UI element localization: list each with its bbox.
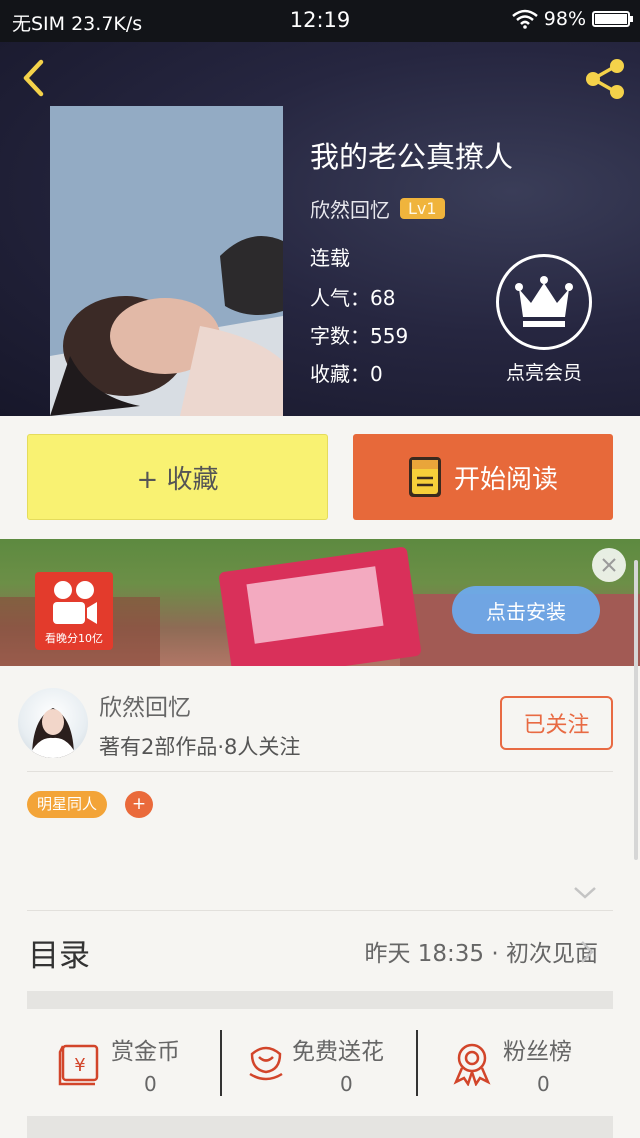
ad-close-button[interactable] — [592, 548, 626, 582]
send-flower-label: 免费送花 — [292, 1039, 384, 1065]
action-separator — [416, 1030, 418, 1096]
reward-coins-count: 0 — [144, 1072, 157, 1096]
reward-coins-label: 赏金币 — [111, 1039, 180, 1065]
serial-status: 连载 — [310, 246, 350, 270]
author-card-meta: 著有2部作品·8人关注 — [99, 735, 301, 759]
catalog-title[interactable]: 目录 — [28, 930, 90, 975]
collect-button[interactable]: + 收藏 — [27, 434, 328, 520]
author-row: 欣然回忆 Lv1 — [310, 194, 445, 223]
popularity-stat: 人气：68 — [310, 286, 396, 310]
action-separator — [220, 1030, 222, 1096]
author-avatar[interactable] — [18, 688, 88, 758]
book-header: 我的老公真撩人 欣然回忆 Lv1 连载 人气：68 字数：559 收藏：0 点亮… — [0, 42, 640, 416]
coin-envelope-icon: ¥ — [58, 1044, 99, 1086]
scrollbar[interactable] — [634, 560, 638, 860]
flower-icon — [249, 1046, 283, 1081]
divider — [27, 771, 613, 772]
send-flower-button[interactable]: 免费送花 0 — [242, 1028, 412, 1108]
start-reading-button[interactable]: 开始阅读 — [353, 434, 613, 520]
word-count-stat: 字数：559 — [310, 324, 409, 348]
battery-icon — [592, 11, 633, 27]
author-name[interactable]: 欣然回忆 — [310, 194, 390, 223]
section-separator — [27, 1116, 613, 1138]
divider — [27, 910, 613, 911]
avatar-image — [28, 708, 78, 758]
catalog-latest-chapter[interactable]: 昨天 18:35 · 初次见面 — [364, 934, 598, 968]
follow-button[interactable]: 已关注 — [500, 696, 613, 750]
close-icon — [602, 558, 616, 572]
level-badge: Lv1 — [400, 198, 445, 219]
cover-illustration — [50, 106, 283, 416]
crown-icon — [496, 254, 592, 350]
add-tag-button[interactable]: + — [125, 791, 153, 818]
book-title: 我的老公真撩人 — [310, 140, 514, 174]
medal-icon — [453, 1043, 491, 1086]
share-icon[interactable] — [580, 54, 630, 104]
fan-ranking-button[interactable]: 粉丝榜 0 — [450, 1028, 600, 1108]
send-flower-count: 0 — [340, 1072, 353, 1096]
status-bar: 无SIM 23.7K/s 12:19 98% — [0, 0, 640, 42]
tag-item[interactable]: 明星同人 — [27, 791, 108, 818]
ad-app-logo: 看晚分10亿 — [35, 572, 113, 650]
battery-percent: 98% — [543, 8, 586, 30]
back-icon[interactable] — [14, 56, 54, 100]
vip-button[interactable]: 点亮会员 — [494, 254, 594, 385]
chevron-down-icon[interactable] — [570, 880, 600, 904]
wifi-icon — [511, 9, 538, 29]
section-separator — [27, 991, 613, 1009]
fan-ranking-count: 0 — [537, 1072, 550, 1096]
ad-logo-caption: 看晚分10亿 — [45, 632, 103, 645]
svg-text:¥: ¥ — [74, 1055, 85, 1076]
start-reading-label: 开始阅读 — [453, 464, 558, 495]
status-right: 98% — [511, 8, 633, 30]
book-icon — [408, 457, 441, 497]
ad-logo-mark — [53, 581, 97, 624]
fan-ranking-label: 粉丝榜 — [503, 1039, 572, 1065]
vip-label: 点亮会员 — [505, 362, 582, 384]
favorites-stat: 收藏：0 — [310, 362, 383, 386]
chevron-right-icon[interactable] — [578, 939, 596, 965]
book-cover[interactable] — [50, 106, 283, 416]
reward-coins-button[interactable]: ¥ 赏金币 0 — [57, 1028, 217, 1108]
ad-install-button[interactable]: 点击安装 — [452, 586, 600, 634]
author-card-name[interactable]: 欣然回忆 — [99, 688, 191, 722]
collect-label: + 收藏 — [136, 464, 219, 495]
